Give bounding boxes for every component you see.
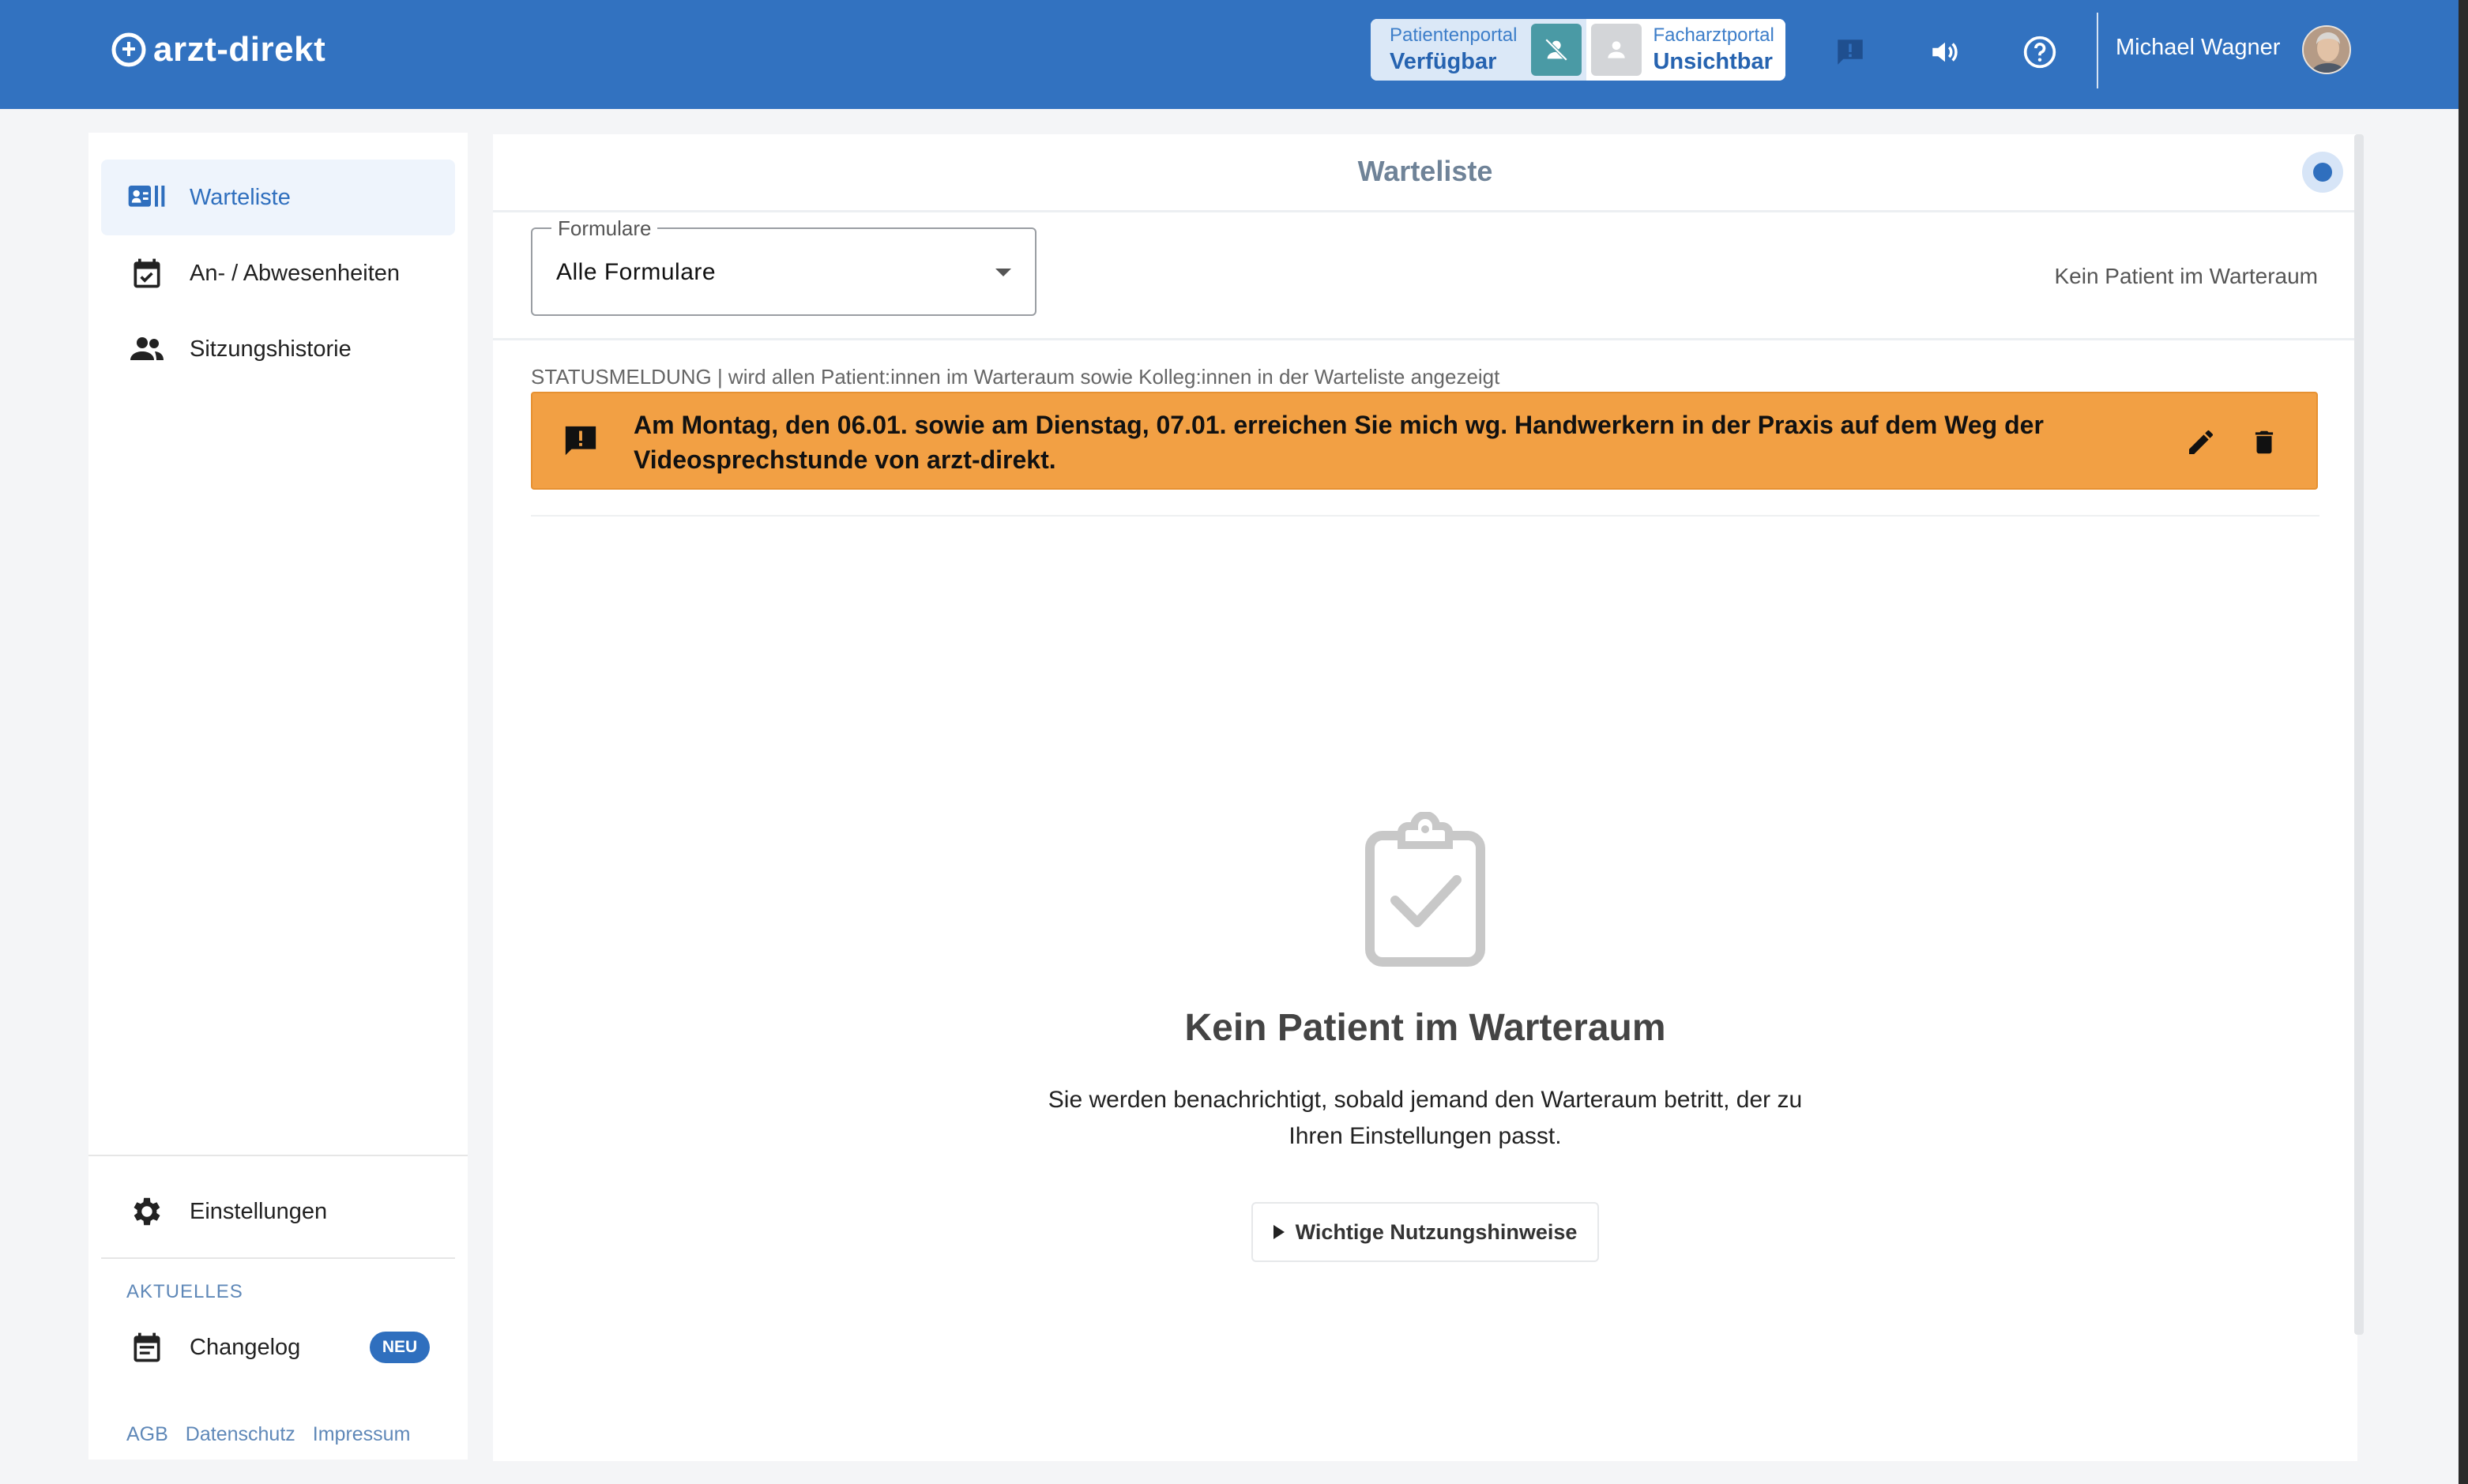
portal-status-group: Patientenportal Verfügbar Facharztportal…: [1371, 19, 1785, 81]
sidebar-item-label: Einstellungen: [190, 1198, 328, 1224]
connection-status-indicator[interactable]: [2302, 152, 2343, 193]
status-caption: STATUSMELDUNG | wird allen Patient:innen…: [531, 365, 1500, 389]
announcement-icon: [565, 426, 596, 456]
user-off-icon: [1545, 38, 1568, 62]
sidebar-item-label: Changelog: [190, 1334, 301, 1360]
people-icon: [125, 327, 169, 371]
patientenportal-label: Patientenportal: [1390, 24, 1518, 46]
play-triangle-icon: [1273, 1225, 1285, 1239]
waitlist-icon: [125, 175, 169, 220]
sidebar-divider: [88, 1155, 468, 1156]
select-label: Formulare: [551, 216, 658, 241]
filter-divider: [493, 338, 2357, 340]
select-value: Alle Formulare: [556, 259, 717, 285]
new-badge: NEU: [370, 1332, 430, 1363]
status-message-banner: Am Montag, den 06.01. sowie am Dienstag,…: [531, 392, 2318, 490]
volume-button[interactable]: [1923, 30, 1967, 74]
logo-text: arzt-direkt: [153, 30, 326, 69]
feedback-icon: [1838, 39, 1863, 65]
title-divider: [493, 210, 2357, 212]
facharztportal-icon-box[interactable]: [1591, 24, 1642, 76]
empty-state-description: Sie werden benachrichtigt, sobald jemand…: [1048, 1087, 1803, 1149]
user-name[interactable]: Michael Wagner: [2116, 35, 2280, 61]
page-title: Warteliste: [1357, 155, 1493, 187]
main-scrollbar[interactable]: [2354, 134, 2364, 1335]
window-edge: [2459, 0, 2468, 1484]
footer-link-datenschutz[interactable]: Datenschutz: [186, 1423, 295, 1446]
footer-link-impressum[interactable]: Impressum: [313, 1423, 411, 1446]
sidebar-item-label: Warteliste: [190, 184, 291, 210]
sidebar-item-warteliste[interactable]: Warteliste: [101, 160, 455, 235]
logo-icon: [111, 32, 146, 67]
section-label-aktuelles: AKTUELLES: [126, 1281, 243, 1302]
sidebar-item-einstellungen[interactable]: Einstellungen: [101, 1174, 455, 1249]
help-icon: [2023, 36, 2056, 69]
sidebar: Warteliste An- / Abwesenheiten Sitzungsh…: [88, 133, 468, 1460]
sidebar-item-sitzungshistorie[interactable]: Sitzungshistorie: [101, 311, 455, 387]
header-divider: [2097, 13, 2098, 88]
patientenportal-status: Verfügbar: [1390, 49, 1497, 74]
help-button[interactable]: [2018, 30, 2062, 74]
user-icon: [1608, 41, 1626, 58]
footer-links: AGB Datenschutz Impressum: [126, 1423, 410, 1446]
gear-icon: [125, 1189, 169, 1234]
facharztportal-label: Facharztportal: [1653, 24, 1774, 46]
avatar[interactable]: [2302, 25, 2351, 74]
status-message-text: Am Montag, den 06.01. sowie am Dienstag,…: [634, 411, 2044, 474]
waiting-room-status: Kein Patient im Warteraum: [2054, 264, 2318, 288]
avatar-image: [2304, 27, 2349, 73]
sidebar-item-label: An- / Abwesenheiten: [190, 260, 401, 286]
top-header: arzt-direkt Patientenportal Verfügbar Fa…: [0, 0, 2468, 109]
logo[interactable]: arzt-direkt: [111, 30, 325, 70]
feedback-button[interactable]: [1828, 30, 1872, 74]
clipboard-check-icon: [1365, 812, 1485, 967]
facharztportal-toggle[interactable]: Facharztportal Unsichtbar: [1586, 19, 1785, 81]
facharztportal-status: Unsichtbar: [1653, 49, 1773, 74]
usage-hints-label: Wichtige Nutzungshinweise: [1295, 1219, 1578, 1244]
empty-state-title: Kein Patient im Warteraum: [1184, 1007, 1666, 1049]
sidebar-item-abwesenheiten[interactable]: An- / Abwesenheiten: [101, 235, 455, 311]
sidebar-divider: [101, 1257, 455, 1259]
banner-divider: [531, 515, 2319, 517]
pencil-icon: [2189, 430, 2213, 454]
patientenportal-toggle[interactable]: Patientenportal Verfügbar: [1371, 19, 1587, 81]
edit-status-button[interactable]: [2182, 423, 2220, 461]
calendar-check-icon: [125, 251, 169, 295]
usage-hints-button[interactable]: Wichtige Nutzungshinweise: [1251, 1202, 1599, 1262]
volume-icon: [1932, 42, 1958, 62]
formulare-select[interactable]: Formulare Alle Formulare: [531, 216, 1036, 316]
changelog-icon: [125, 1325, 169, 1369]
footer-link-agb[interactable]: AGB: [126, 1423, 168, 1446]
trash-icon: [2255, 430, 2274, 454]
sidebar-item-label: Sitzungshistorie: [190, 336, 352, 362]
chevron-down-icon: [995, 269, 1011, 276]
main-panel: Warteliste Formulare Alle Formulare Kein…: [493, 134, 2364, 1461]
delete-status-button[interactable]: [2245, 423, 2283, 461]
patientenportal-icon-box[interactable]: [1531, 24, 1582, 76]
